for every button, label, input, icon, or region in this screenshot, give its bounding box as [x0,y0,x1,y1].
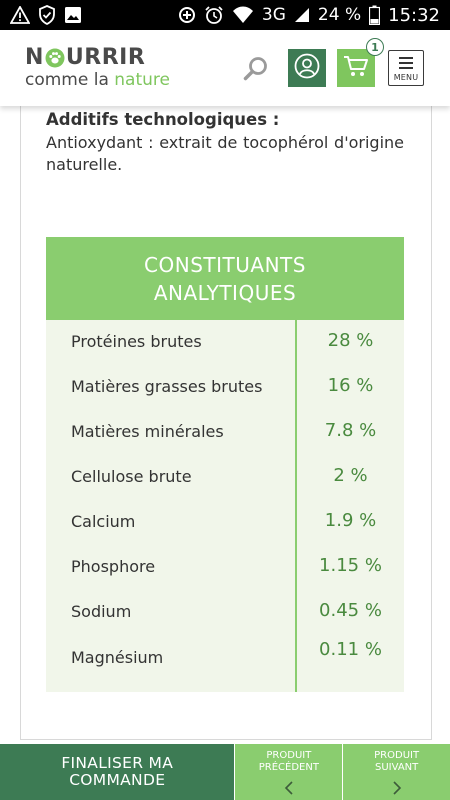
prev-label-line1: PRODUIT [266,750,312,761]
table-title: CONSTITUANTS ANALYTIQUES [144,251,306,307]
status-right-icons: 3G 24 % 15:32 [178,5,440,26]
battery-percent: 24 % [317,5,362,25]
finalize-label-line1: FINALISER MA [61,754,174,772]
row-label: Phosphore [71,557,156,576]
alarm-icon [204,5,224,25]
site-header: N URRIR comme la nature 1 MENU [0,30,450,106]
row-label: Matières minérales [71,422,224,441]
row-label: Cellulose brute [71,467,192,486]
cart-icon [343,54,369,82]
logo-tagline-prefix: comme la [25,70,115,90]
bottom-action-bar: FINALISER MA COMMANDE PRODUIT PRÉCÉDENT … [0,744,450,800]
row-value: 1.9 % [324,510,377,531]
row-label: Sodium [71,602,132,621]
row-value: 2 % [333,465,368,486]
logo-text-rest: URRIR [65,45,146,70]
image-icon [64,6,82,24]
prev-label-line2: PRÉCÉDENT [258,762,319,773]
previous-product-button[interactable]: PRODUIT PRÉCÉDENT [235,744,343,800]
shield-check-icon [38,5,56,25]
analytical-constituents-table: CONSTITUANTS ANALYTIQUES Protéines brutes… [46,237,404,692]
row-label: Protéines brutes [71,332,202,351]
row-label: Calcium [71,512,136,531]
row-value: 1.15 % [319,555,382,576]
data-saver-icon [178,6,196,24]
hamburger-icon [399,56,413,69]
account-button[interactable] [288,49,326,87]
menu-button[interactable]: MENU [388,50,424,86]
table-title-line2: ANALYTIQUES [153,280,297,305]
table-header: CONSTITUANTS ANALYTIQUES [46,237,404,320]
menu-label: MENU [393,72,419,82]
cart-button[interactable] [337,49,375,87]
chevron-left-icon [283,780,295,800]
row-label: Matières grasses brutes [71,377,263,396]
additifs-title: Additifs technologiques : [46,110,280,129]
cart-count-badge: 1 [366,38,384,56]
clock: 15:32 [388,4,440,26]
status-left-icons [10,5,82,25]
table-title-line1: CONSTITUANTS [144,252,306,277]
finalize-label-line2: COMMANDE [69,771,166,789]
next-label-line2: SUIVANT [375,762,419,773]
signal-icon [294,7,310,23]
row-value: 0.45 % [319,600,382,621]
paw-icon [45,48,65,68]
logo-tagline-accent: nature [114,70,170,90]
network-type: 3G [261,5,286,25]
next-label-line1: PRODUIT [374,750,420,761]
wifi-icon [232,6,254,24]
warning-icon [10,6,30,24]
chevron-right-icon [391,780,403,800]
logo-tagline: comme la nature [25,72,170,89]
row-value: 0.11 % [319,639,382,660]
search-icon [242,57,270,87]
logo-text-n: N [25,45,44,70]
battery-icon [369,5,381,25]
site-logo[interactable]: N URRIR comme la nature [25,47,170,89]
user-icon [294,53,320,83]
finalize-order-button[interactable]: FINALISER MA COMMANDE [0,744,235,800]
search-button[interactable] [242,55,270,83]
additifs-text: Antioxydant : extrait de tocophérol d'or… [46,133,404,174]
row-value: 7.8 % [324,420,377,441]
row-value: 28 % [327,330,374,351]
row-label: Magnésium [71,648,164,667]
status-bar: 3G 24 % 15:32 [0,0,450,30]
next-product-button[interactable]: PRODUIT SUIVANT [343,744,450,800]
row-value: 16 % [327,375,374,396]
logo-wordmark: N URRIR [25,47,170,69]
